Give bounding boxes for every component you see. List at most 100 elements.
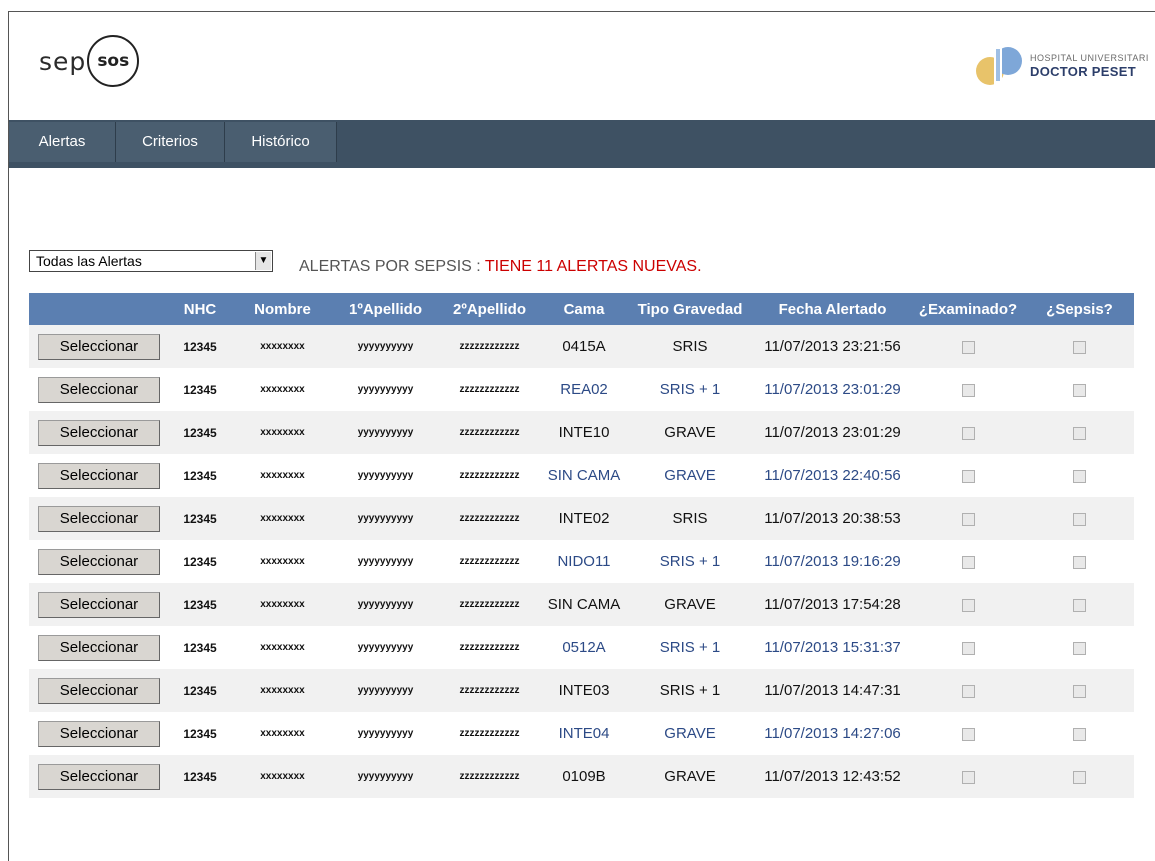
hospital-emblem-icon [976,45,1022,85]
seleccionar-button[interactable]: Seleccionar [38,419,160,446]
examinado-checkbox[interactable] [961,727,975,741]
sepsis-cell [1025,540,1134,583]
examinado-checkbox[interactable] [961,340,975,354]
sepsis-checkbox[interactable] [1073,770,1086,784]
seleccionar-button[interactable]: Seleccionar [38,376,160,403]
seleccionar-button[interactable]: Seleccionar [38,720,160,747]
seleccionar-button[interactable]: Seleccionar [38,677,160,704]
seleccionar-button[interactable]: Seleccionar [38,763,160,790]
examinado-checkbox[interactable] [961,383,975,397]
examinado-cell [911,325,1025,368]
seleccionar-button[interactable]: Seleccionar [38,634,160,661]
fecha-cell: 11/07/2013 12:43:52 [754,755,911,798]
sepsis-cell [1025,368,1134,411]
select-cell: Seleccionar [29,540,169,583]
seleccionar-button[interactable]: Seleccionar [38,548,160,575]
logo-prefix: sep [39,46,87,76]
sepsis-cell [1025,712,1134,755]
examinado-checkbox[interactable] [961,641,975,655]
dropdown-arrow-icon[interactable]: ▼ [255,252,271,270]
select-cell: Seleccionar [29,669,169,712]
seleccionar-button[interactable]: Seleccionar [38,462,160,489]
seleccionar-button[interactable]: Seleccionar [38,591,160,618]
col-header-cama: Cama [542,293,626,325]
gravedad-cell: SRIS [626,497,754,540]
sepsis-checkbox[interactable] [1073,383,1086,397]
apellido1-cell: yyyyyyyyyy [334,669,437,712]
select-cell: Seleccionar [29,325,169,368]
alert-filter-select[interactable]: Todas las Alertas ▼ [29,250,273,272]
sepsis-checkbox[interactable] [1073,684,1086,698]
col-header-apellido1: 1ºApellido [334,293,437,325]
examinado-cell [911,669,1025,712]
sepsis-checkbox[interactable] [1073,641,1086,655]
sepsis-checkbox[interactable] [1073,598,1086,612]
sepsis-cell [1025,755,1134,798]
app-frame: sep sos HOSPITAL UNIVERSITARI DOCTOR PESE… [8,11,1155,861]
examinado-checkbox[interactable] [961,426,975,440]
cama-cell: SIN CAMA [542,454,626,497]
nombre-cell: xxxxxxxx [231,325,334,368]
table-row: Seleccionar 12345 xxxxxxxx yyyyyyyyyy zzzzzz… [29,669,1134,712]
nombre-cell: xxxxxxxx [231,540,334,583]
alerts-message: ALERTAS POR SEPSIS : TIENE 11 ALERTAS NU… [299,258,702,276]
sepsis-checkbox[interactable] [1073,555,1086,569]
table-header-row: NHC Nombre 1ºApellido 2ºApellido Cama Ti… [29,293,1134,325]
examinado-checkbox[interactable] [961,555,975,569]
sepsis-cell [1025,669,1134,712]
gravedad-cell: GRAVE [626,411,754,454]
apellido2-cell: zzzzzzzzzzzz [437,454,542,497]
examinado-cell [911,497,1025,540]
apellido1-cell: yyyyyyyyyy [334,497,437,540]
col-header-apellido2: 2ºApellido [437,293,542,325]
seleccionar-button[interactable]: Seleccionar [38,505,160,532]
select-cell: Seleccionar [29,626,169,669]
nombre-cell: xxxxxxxx [231,712,334,755]
sepsis-cell [1025,325,1134,368]
select-cell: Seleccionar [29,583,169,626]
fecha-cell: 11/07/2013 23:01:29 [754,368,911,411]
table-row: Seleccionar 12345 xxxxxxxx yyyyyyyyyy zzzzzz… [29,755,1134,798]
apellido1-cell: yyyyyyyyyy [334,540,437,583]
table-row: Seleccionar 12345 xxxxxxxx yyyyyyyyyy zzzzzz… [29,583,1134,626]
cama-cell: INTE04 [542,712,626,755]
examinado-cell [911,368,1025,411]
sepsis-checkbox[interactable] [1073,340,1086,354]
examinado-checkbox[interactable] [961,770,975,784]
sepsis-checkbox[interactable] [1073,727,1086,741]
sepsis-cell [1025,411,1134,454]
sepsis-checkbox[interactable] [1073,469,1086,483]
cama-cell: 0512A [542,626,626,669]
table-row: Seleccionar 12345 xxxxxxxx yyyyyyyyyy zzzzzz… [29,325,1134,368]
cama-cell: INTE02 [542,497,626,540]
main-nav: Alertas Criterios Histórico [9,120,1155,168]
new-alerts-count: TIENE 11 ALERTAS NUEVAS. [484,258,702,275]
apellido2-cell: zzzzzzzzzzzz [437,712,542,755]
examinado-checkbox[interactable] [961,684,975,698]
apellido2-cell: zzzzzzzzzzzz [437,669,542,712]
table-row: Seleccionar 12345 xxxxxxxx yyyyyyyyyy zzzzzz… [29,540,1134,583]
fecha-cell: 11/07/2013 14:27:06 [754,712,911,755]
nhc-cell: 12345 [169,669,231,712]
hospital-line2: DOCTOR PESET [1030,64,1136,79]
examinado-checkbox[interactable] [961,512,975,526]
fecha-cell: 11/07/2013 14:47:31 [754,669,911,712]
tab-alertas[interactable]: Alertas [9,122,116,162]
nombre-cell: xxxxxxxx [231,583,334,626]
sepsis-checkbox[interactable] [1073,512,1086,526]
examinado-checkbox[interactable] [961,598,975,612]
examinado-checkbox[interactable] [961,469,975,483]
fecha-cell: 11/07/2013 20:38:53 [754,497,911,540]
select-cell: Seleccionar [29,411,169,454]
cama-cell: SIN CAMA [542,583,626,626]
seleccionar-button[interactable]: Seleccionar [38,333,160,360]
examinado-cell [911,583,1025,626]
sepsis-checkbox[interactable] [1073,426,1086,440]
alerts-message-prefix: ALERTAS POR SEPSIS : [299,258,485,275]
tab-historico[interactable]: Histórico [225,122,337,162]
examinado-cell [911,540,1025,583]
apellido2-cell: zzzzzzzzzzzz [437,497,542,540]
nhc-cell: 12345 [169,411,231,454]
tab-criterios[interactable]: Criterios [116,122,225,162]
apellido2-cell: zzzzzzzzzzzz [437,368,542,411]
